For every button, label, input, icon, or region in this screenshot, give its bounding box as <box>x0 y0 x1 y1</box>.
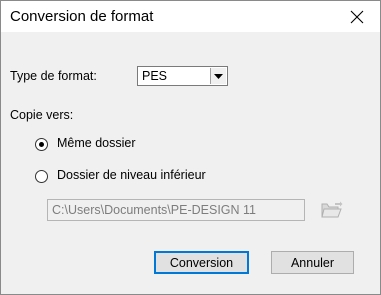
window-title: Conversion de format <box>10 8 154 25</box>
radio-subfolder-button[interactable] <box>35 170 48 183</box>
radio-same-folder-label[interactable]: Même dossier <box>57 136 136 150</box>
title-bar[interactable]: Conversion de format <box>1 1 380 32</box>
dropdown-arrow-button[interactable] <box>210 68 226 84</box>
dropdown-arrow-icon <box>214 73 223 79</box>
format-conversion-dialog: Conversion de format Type de format: PES… <box>0 0 381 295</box>
format-type-select[interactable]: PES <box>137 66 228 86</box>
cancel-button[interactable]: Annuler <box>271 251 354 274</box>
browse-folder-button <box>319 197 345 223</box>
radio-same-folder-button[interactable] <box>35 138 48 151</box>
conversion-button[interactable]: Conversion <box>154 251 249 274</box>
close-icon <box>350 10 364 23</box>
radio-selected-dot <box>39 142 44 147</box>
copy-to-label: Copie vers: <box>10 108 74 122</box>
format-type-value: PES <box>142 69 168 83</box>
destination-path-text: C:\Users\Documents\PE-DESIGN 11 <box>52 203 256 217</box>
folder-open-icon <box>321 201 343 218</box>
dialog-body: Type de format: PES Copie vers: Même dos… <box>1 32 380 294</box>
destination-path-field: C:\Users\Documents\PE-DESIGN 11 <box>47 199 305 221</box>
radio-subfolder-label[interactable]: Dossier de niveau inférieur <box>57 168 206 182</box>
close-button[interactable] <box>334 1 380 32</box>
format-type-label: Type de format: <box>10 69 97 83</box>
